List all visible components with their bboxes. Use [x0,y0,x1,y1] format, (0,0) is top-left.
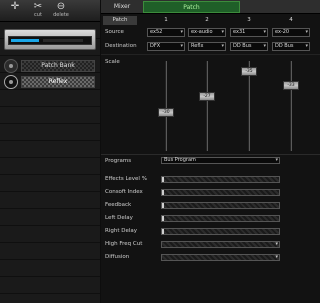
chevron-down-icon: ▾ [275,241,278,247]
destination-select-3[interactable]: DD Bus ▾ [230,42,268,51]
tab-mixer[interactable]: Mixer [103,1,141,13]
source-select-3[interactable]: ex31 ▾ [230,28,268,37]
param-select[interactable]: ▾ [161,254,280,261]
device-thumbnail[interactable] [4,29,96,50]
rack-slot-patch-bank[interactable]: Patch Bank [4,59,96,73]
chevron-down-icon: ▾ [275,157,278,163]
tab-patch[interactable]: Patch [143,1,240,13]
cut-button[interactable]: ✂ cut [27,1,49,21]
device-meter-track [43,39,83,42]
slot-power-button[interactable] [4,59,18,73]
programs-select[interactable]: Bus Program ▾ [161,157,280,164]
chevron-down-icon: ▾ [221,43,224,49]
device-display [8,36,92,45]
destination-select-2[interactable]: Reflx ▾ [188,42,226,51]
chevron-down-icon: ▾ [305,43,308,49]
source-select-1[interactable]: ex52 ▾ [147,28,185,37]
param-label: Left Delay [105,215,133,221]
scale-slider-3[interactable]: -35 [241,66,257,76]
divider [101,154,320,155]
rack-slot-reflex[interactable]: Reflex [4,75,96,89]
param-select[interactable]: ▾ [161,241,280,248]
add-button[interactable]: ✛ [4,1,26,21]
param-fill [162,216,165,221]
param-label: Diffusion [105,254,130,260]
param-fill [162,177,165,182]
param-fill [162,229,165,234]
destination-select-4[interactable]: DD Bus ▾ [272,42,310,51]
param-label: Effects Level % [105,176,147,182]
column-header-2: 2 [205,17,209,23]
slot-label[interactable]: Reflex [21,76,95,88]
scale-track-4[interactable] [290,61,292,151]
chevron-down-icon: ▾ [305,29,308,35]
patch-header: Patch [103,16,137,25]
scale-label: Scale [105,59,120,65]
chevron-down-icon: ▾ [263,43,266,49]
scale-slider-1[interactable]: -30 [158,107,174,117]
param-label: High Freq Cut [105,241,143,247]
param-label: Consoft Index [105,189,143,195]
param-fill [162,203,165,208]
delete-icon: ⊖ [56,1,66,12]
chevron-down-icon: ▾ [180,43,183,49]
param-fill [162,190,165,195]
param-label: Feedback [105,202,132,208]
param-slider[interactable] [161,215,280,222]
add-icon: ✛ [10,1,20,12]
destination-select-1[interactable]: DFX ▾ [147,42,185,51]
chevron-down-icon: ▾ [180,29,183,35]
source-select-4[interactable]: ex-20 ▾ [272,28,310,37]
device-meter [11,39,39,42]
editor-panel: Mixer Patch Patch 1 2 3 4 Source ex52 ▾ e… [101,0,320,303]
slot-power-button[interactable] [4,75,18,89]
column-header-3: 3 [247,17,251,23]
chevron-down-icon: ▾ [275,254,278,260]
source-select-2[interactable]: ex-audio ▾ [188,28,226,37]
param-slider[interactable] [161,228,280,235]
column-header-4: 4 [289,17,293,23]
param-slider[interactable] [161,176,280,183]
rack-panel: ✛ ✂ cut ⊖ delete Patch Bank Reflex [0,0,100,303]
param-slider[interactable] [161,202,280,209]
slot-label[interactable]: Patch Bank [21,60,95,72]
programs-label: Programs [105,158,132,164]
scale-slider-2[interactable]: -27 [199,91,215,101]
param-slider[interactable] [161,189,280,196]
scissors-icon: ✂ [33,1,43,12]
param-label: Right Delay [105,228,138,234]
chevron-down-icon: ▾ [263,29,266,35]
scale-slider-4[interactable]: -33 [283,81,299,91]
column-header-1: 1 [164,17,168,23]
rack-toolbar: ✛ ✂ cut ⊖ delete [0,0,100,22]
scale-track-1[interactable] [165,61,167,151]
source-label: Source [105,29,124,35]
chevron-down-icon: ▾ [221,29,224,35]
scale-area: Scale -30 -27 -35 -33 [101,54,320,154]
tab-bar: Mixer Patch [101,0,320,14]
scale-track-2[interactable] [206,61,208,151]
destination-label: Destination [105,43,137,49]
delete-button[interactable]: ⊖ delete [50,1,72,21]
